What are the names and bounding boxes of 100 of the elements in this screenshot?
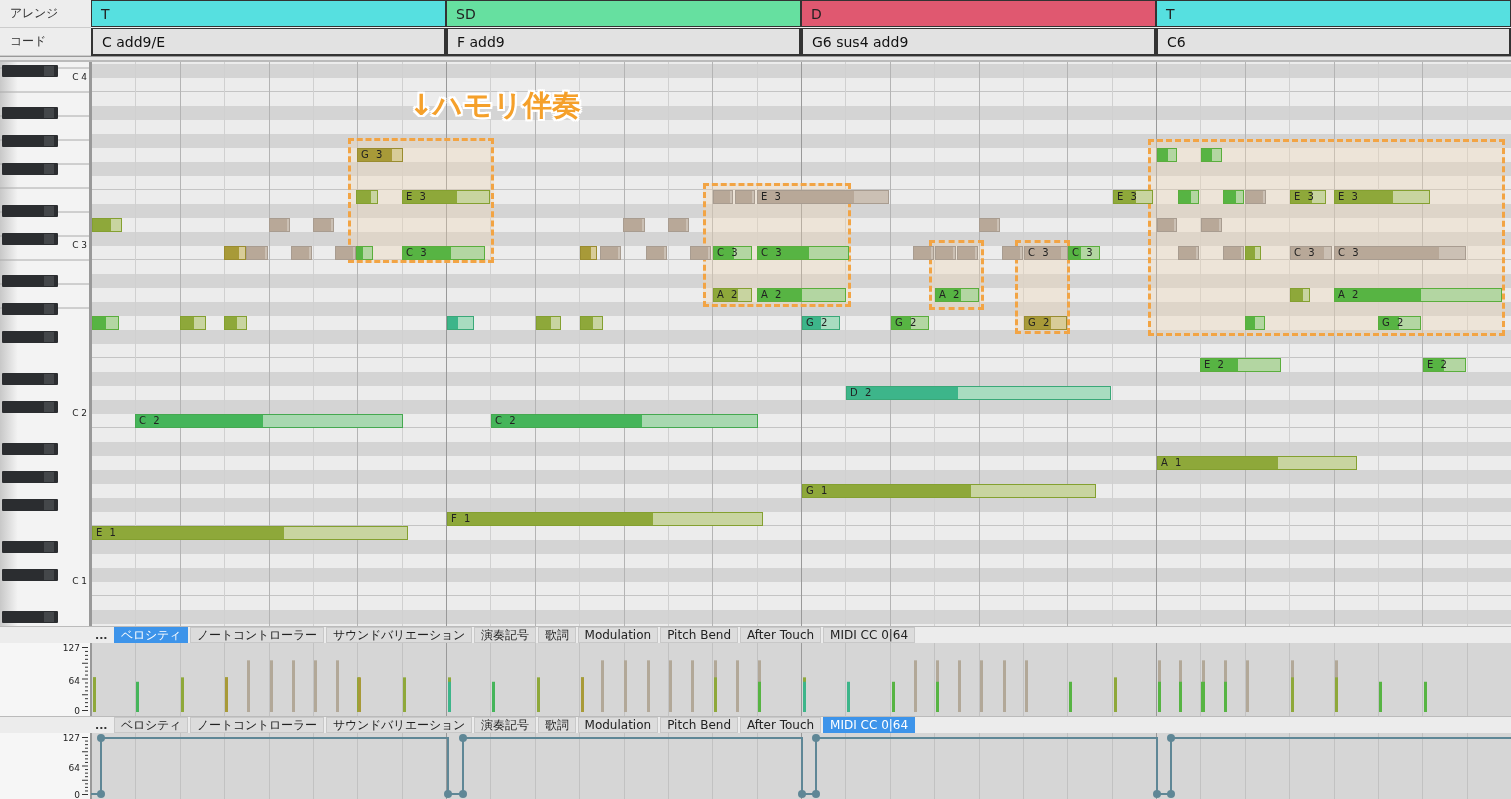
note-block[interactable] (913, 246, 934, 260)
lane-tab[interactable]: ベロシティ (113, 717, 188, 733)
note-block[interactable]: E 3 (1334, 190, 1430, 204)
note-block[interactable] (291, 246, 312, 260)
note-block[interactable]: C 3 (757, 246, 849, 260)
note-block[interactable] (979, 218, 1000, 232)
note-block[interactable] (713, 190, 733, 204)
arrange-section[interactable]: T (91, 0, 446, 27)
note-block[interactable]: C 2 (491, 414, 758, 428)
note-block[interactable] (1245, 190, 1266, 204)
lane-tab[interactable]: 演奏記号 (473, 627, 536, 643)
note-block[interactable]: G 1 (802, 484, 1096, 498)
lane-tab[interactable]: ノートコントローラー (189, 627, 324, 643)
note-block[interactable]: E 3 (1113, 190, 1153, 204)
chord-cell[interactable]: G6 sus4 add9 (801, 28, 1156, 56)
chord-cell[interactable]: C add9/E (91, 28, 446, 56)
note-block[interactable] (313, 218, 334, 232)
lane-tab[interactable]: 演奏記号 (473, 717, 536, 733)
lane-tab[interactable]: ノートコントローラー (189, 717, 324, 733)
note-block[interactable] (957, 246, 978, 260)
note-block[interactable]: A 2 (935, 288, 979, 302)
lane-tab[interactable]: 歌詞 (537, 717, 576, 733)
note-block[interactable] (1245, 246, 1261, 260)
note-block[interactable] (580, 246, 597, 260)
controller-curve-drawing[interactable] (91, 733, 1511, 799)
lane-tab[interactable]: 歌詞 (537, 627, 576, 643)
note-block[interactable]: D 2 (846, 386, 1111, 400)
note-block[interactable] (668, 218, 689, 232)
lane-tab[interactable]: After Touch (740, 717, 822, 733)
more-tabs-button[interactable]: ... (91, 627, 112, 643)
arrange-section[interactable]: SD (446, 0, 801, 27)
note-block[interactable] (92, 218, 122, 232)
note-block[interactable] (735, 190, 755, 204)
annotation-text: ↓ハモリ伴奏 (409, 87, 582, 124)
note-block[interactable]: E 3 (1290, 190, 1326, 204)
lane-tab[interactable]: Pitch Bend (660, 627, 738, 643)
note-block[interactable] (1157, 218, 1177, 232)
note-block[interactable]: C 2 (135, 414, 403, 428)
note-block[interactable] (224, 316, 247, 330)
note-block[interactable] (646, 246, 667, 260)
lane-tab[interactable]: サウンドバリエーション (325, 627, 472, 643)
note-block[interactable]: C 3 (1068, 246, 1100, 260)
note-block[interactable]: C 3 (402, 246, 485, 260)
note-block[interactable]: A 2 (757, 288, 846, 302)
note-block[interactable] (356, 246, 373, 260)
note-block[interactable]: E 1 (92, 526, 408, 540)
note-block[interactable] (1178, 190, 1199, 204)
lane-tab[interactable]: Modulation (577, 627, 659, 643)
chord-cell[interactable]: C6 (1156, 28, 1511, 56)
note-block[interactable] (1223, 246, 1244, 260)
note-block[interactable] (623, 218, 645, 232)
note-block[interactable]: G 2 (1024, 316, 1067, 330)
note-block[interactable]: A 2 (713, 288, 752, 302)
note-block[interactable]: E 2 (1423, 358, 1466, 372)
lane-tab[interactable]: MIDI CC 0|64 (823, 627, 916, 643)
note-block[interactable]: G 2 (1378, 316, 1421, 330)
note-block[interactable]: E 2 (1200, 358, 1281, 372)
note-block[interactable] (536, 316, 561, 330)
note-block[interactable] (935, 246, 956, 260)
note-block[interactable]: G 2 (802, 316, 840, 330)
axis-ticks-icon (82, 737, 88, 795)
note-block[interactable] (335, 246, 356, 260)
piano-keyboard-drawing[interactable] (0, 62, 89, 626)
note-block[interactable] (1157, 148, 1177, 162)
note-block[interactable]: C 3 (1024, 246, 1068, 260)
note-block[interactable] (92, 316, 119, 330)
note-block[interactable]: A 2 (1334, 288, 1502, 302)
note-block[interactable] (447, 316, 474, 330)
more-tabs-button[interactable]: ... (91, 717, 112, 733)
note-block[interactable] (1223, 190, 1244, 204)
note-block[interactable] (1201, 218, 1222, 232)
note-block[interactable] (1245, 316, 1265, 330)
lane-tab[interactable]: Modulation (577, 717, 659, 733)
note-block[interactable] (1002, 246, 1023, 260)
arrange-section[interactable]: T (1156, 0, 1511, 27)
note-block[interactable]: C 3 (1334, 246, 1466, 260)
note-block[interactable]: A 1 (1157, 456, 1357, 470)
note-block[interactable] (690, 246, 711, 260)
note-block[interactable]: C 3 (713, 246, 752, 260)
lane-tab[interactable]: Pitch Bend (660, 717, 738, 733)
note-block[interactable]: E 3 (402, 190, 490, 204)
note-block[interactable] (269, 218, 290, 232)
note-block[interactable] (356, 190, 378, 204)
note-block[interactable]: C 3 (1290, 246, 1332, 260)
note-block[interactable] (246, 246, 268, 260)
note-block[interactable] (580, 316, 603, 330)
note-block[interactable] (224, 246, 246, 260)
lane-tab[interactable]: After Touch (740, 627, 822, 643)
note-block[interactable] (1201, 148, 1222, 162)
lane-tab[interactable]: サウンドバリエーション (325, 717, 472, 733)
note-block[interactable] (1178, 246, 1199, 260)
note-block[interactable]: G 2 (891, 316, 929, 330)
note-block[interactable]: G 3 (357, 148, 403, 162)
chord-cell[interactable]: F add9 (446, 28, 801, 56)
note-block[interactable] (180, 316, 206, 330)
note-block[interactable] (1290, 288, 1310, 302)
arrange-section[interactable]: D (801, 0, 1156, 27)
note-block[interactable] (600, 246, 621, 260)
note-block[interactable]: F 1 (447, 512, 763, 526)
note-block[interactable]: E 3 (757, 190, 889, 204)
